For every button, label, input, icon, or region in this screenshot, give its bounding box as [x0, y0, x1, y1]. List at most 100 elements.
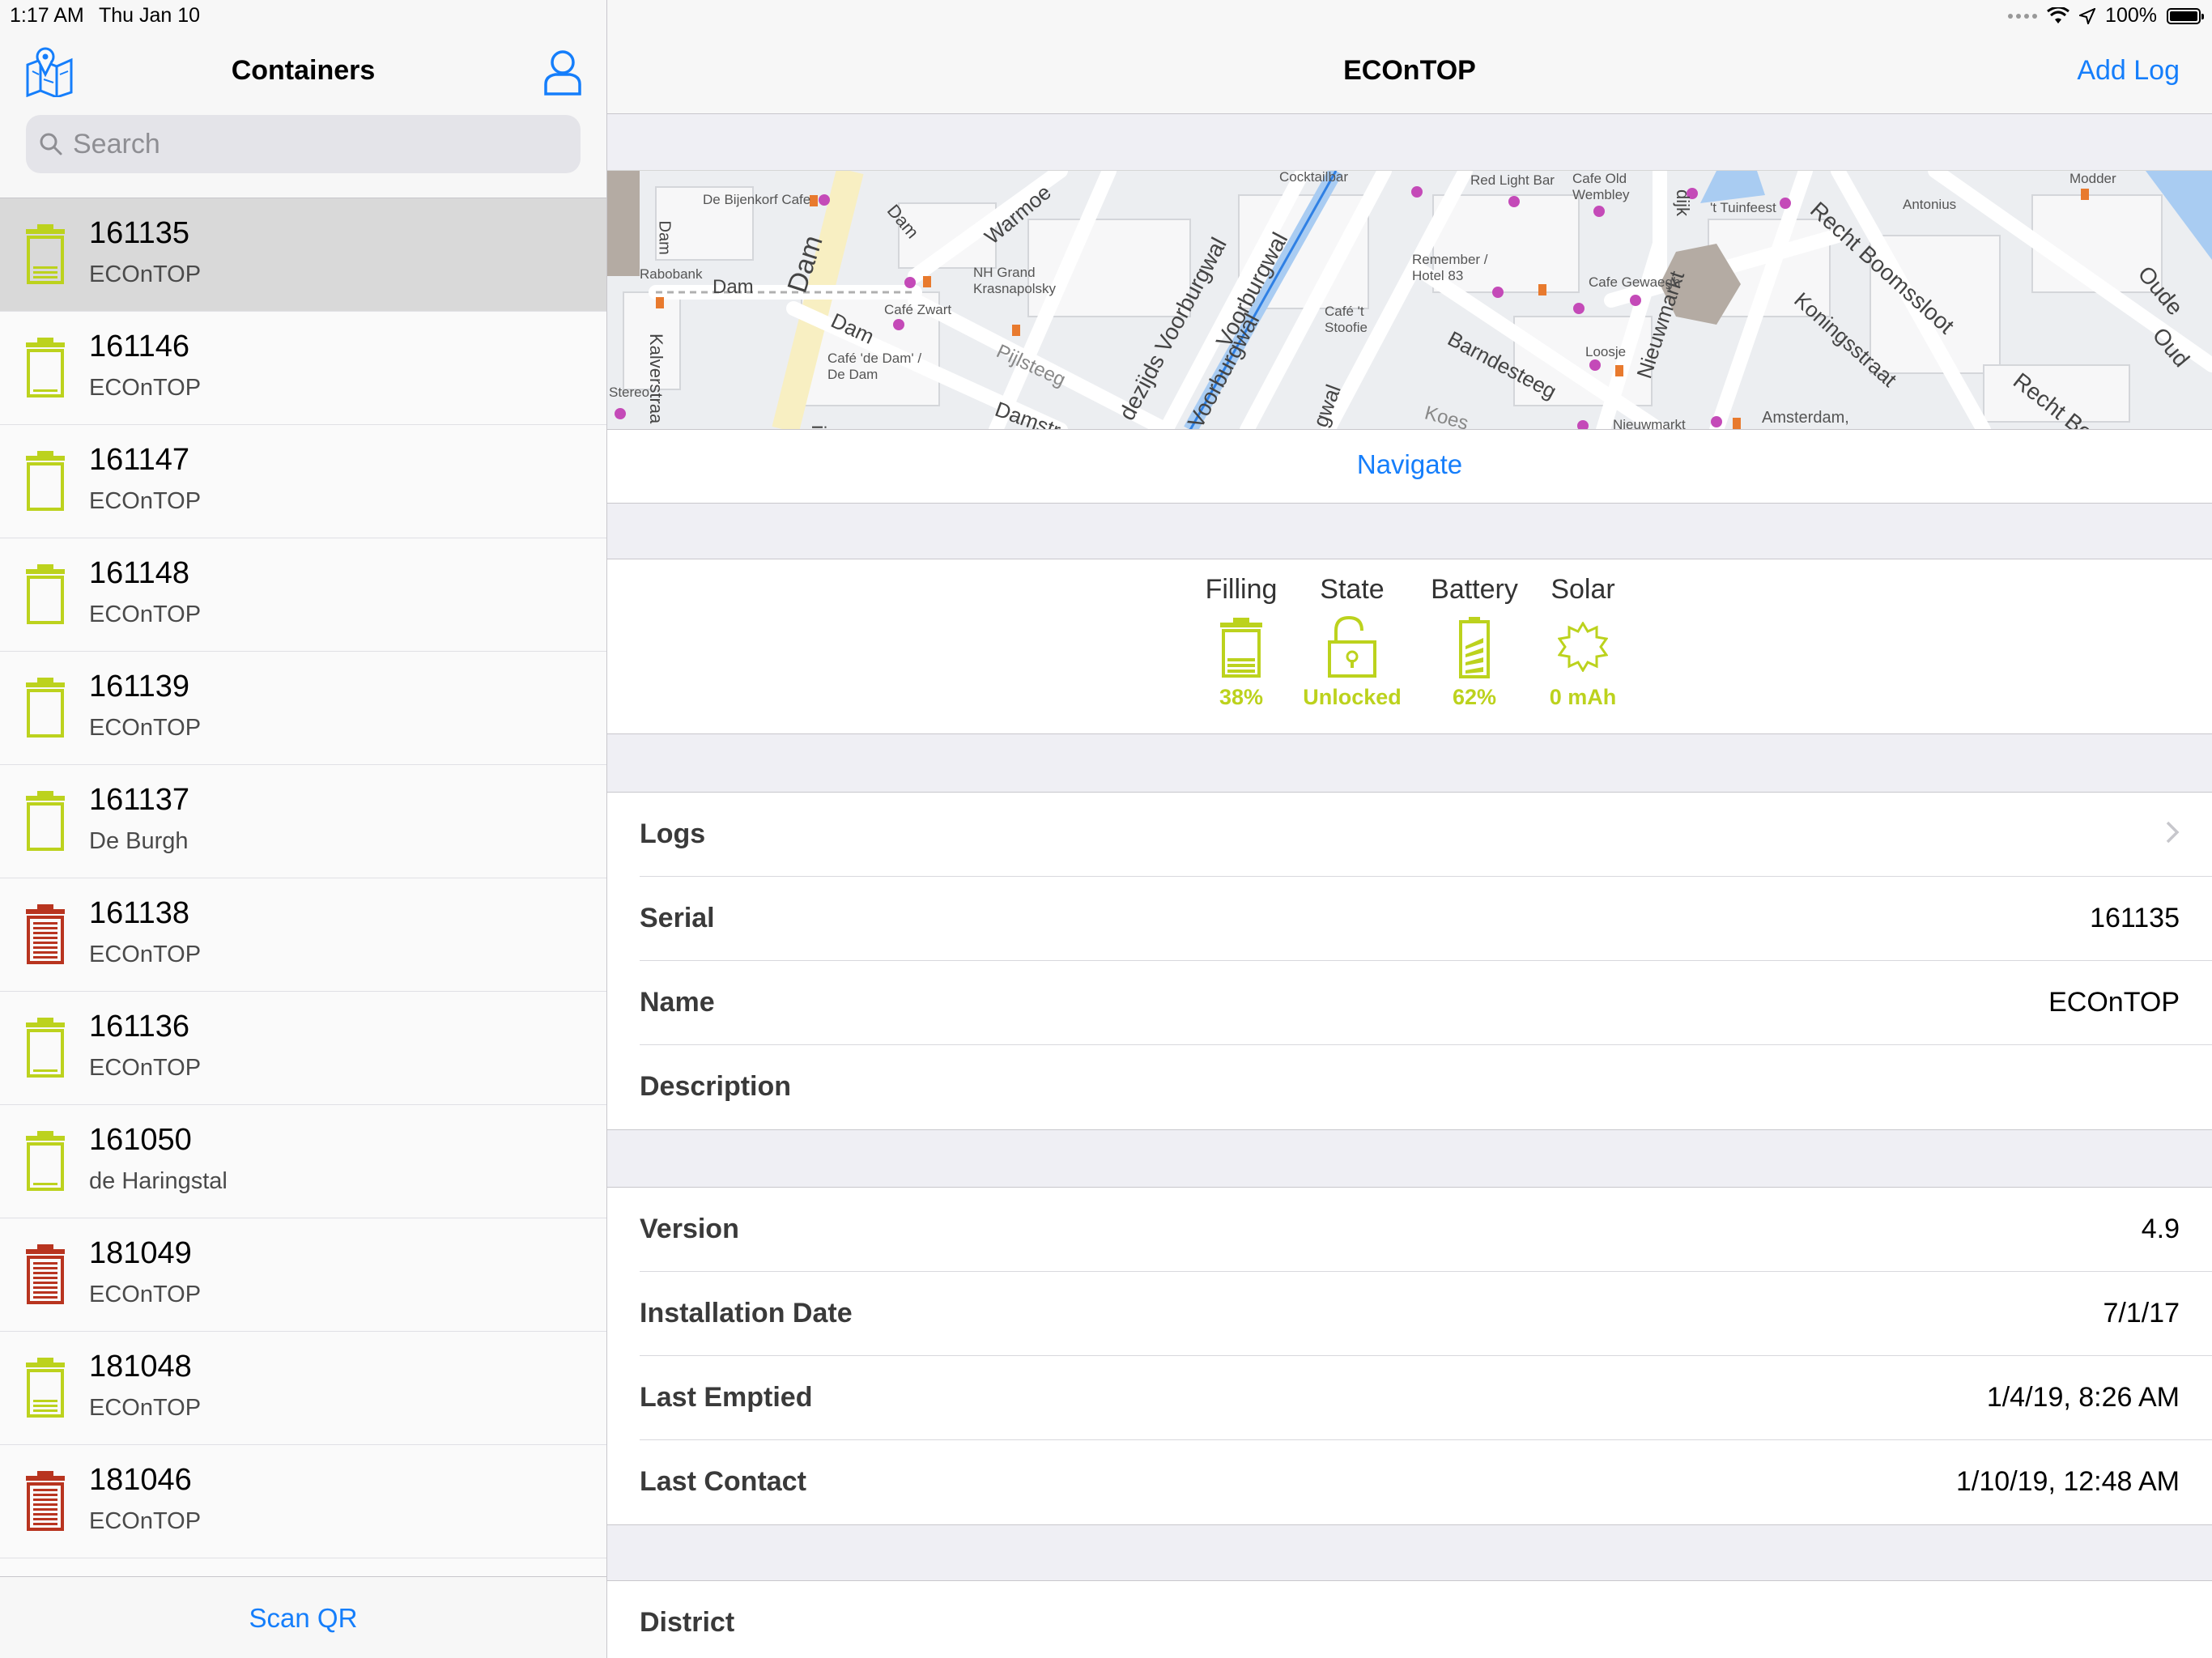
bin-icon [26, 904, 65, 964]
container-name: ECOnTOP [89, 1508, 202, 1534]
detail-row-version: Version 4.9 [640, 1188, 2212, 1272]
navigate-row: Navigate [607, 429, 2212, 504]
stat-state-label: State [1320, 574, 1385, 605]
add-log-button[interactable]: Add Log [2077, 55, 2180, 87]
list-item[interactable]: 161138 ECOnTOP [0, 878, 606, 992]
battery-icon [1459, 617, 1490, 678]
list-item[interactable]: 161139 ECOnTOP [0, 652, 606, 765]
status-bar: 1:17 AM Thu Jan 10 100% [0, 0, 2212, 32]
detail-row-description: Description [640, 1045, 2212, 1129]
map-label-bijenkorf: De Bijenkorf Cafe [703, 192, 811, 207]
container-id: 161147 [89, 443, 189, 477]
container-id: 161136 [89, 1010, 189, 1044]
map-label-rabobank: Rabobank [640, 266, 703, 282]
battery-percent: 100% [2105, 4, 2157, 27]
container-list: 161135 ECOnTOP 161146 ECOnTOP 161147 ECO… [0, 198, 606, 1558]
chevron-right-icon [2166, 821, 2180, 844]
container-name: De Burgh [89, 828, 189, 854]
master-title: Containers [231, 55, 376, 86]
container-name: de Haringstal [89, 1168, 228, 1194]
search-bar[interactable] [26, 115, 581, 173]
container-id: 181049 [89, 1236, 192, 1270]
map-label-cocktailbar: Cocktailbar [1279, 170, 1349, 185]
logs-row[interactable]: Logs [640, 793, 2212, 877]
map-label-cafededam: Café 'de Dam' / De Dam [827, 351, 922, 382]
list-item[interactable]: 161135 ECOnTOP [0, 198, 606, 312]
container-name: ECOnTOP [89, 715, 202, 741]
bin-icon [26, 1358, 65, 1418]
map-label-dijk: dijk [1673, 189, 1693, 217]
stat-filling-label: Filling [1205, 574, 1278, 605]
list-item[interactable]: 161137 De Burgh [0, 765, 606, 878]
cellular-icon [2008, 13, 2038, 19]
map-streets [607, 171, 2212, 430]
container-list-pane: Containers 161135 ECOnTOP 1 [0, 0, 607, 1658]
list-item[interactable]: 181046 ECOnTOP [0, 1445, 606, 1558]
container-id: 161139 [89, 670, 189, 704]
map-label-cafestoofie: Café 't Stoofie [1325, 304, 1368, 335]
map-label-stereo: Stereo [609, 385, 650, 400]
bin-icon [26, 1131, 65, 1191]
battery-status-icon [2167, 7, 2204, 24]
scan-qr-toolbar: Scan QR [0, 1576, 606, 1658]
location-arrow-icon [2079, 7, 2096, 24]
list-item[interactable]: 161050 de Haringstal [0, 1105, 606, 1218]
stat-solar-label: Solar [1551, 574, 1615, 605]
list-item[interactable]: 181049 ECOnTOP [0, 1218, 606, 1332]
bin-icon [26, 451, 65, 511]
map-label-tuinfeest: 't Tuinfeest [1710, 200, 1776, 215]
field-label: Name [640, 987, 715, 1018]
status-indicators: 100% [2008, 4, 2204, 28]
container-name: ECOnTOP [89, 1395, 202, 1421]
bin-icon [26, 1244, 65, 1304]
map-label-redlight: Red Light Bar [1470, 172, 1555, 188]
status-summary: Filling 38% State Unlocked Battery 62% S… [607, 559, 2212, 734]
list-item[interactable]: 161136 ECOnTOP [0, 992, 606, 1105]
scan-qr-button[interactable]: Scan QR [249, 1603, 358, 1634]
detail-row-name: Name ECOnTOP [640, 961, 2212, 1045]
details-group-2: Version 4.9 Installation Date 7/1/17 Last … [607, 1187, 2212, 1525]
bin-icon [26, 791, 65, 851]
user-profile-icon[interactable] [542, 49, 583, 96]
field-value: 4.9 [2141, 1214, 2180, 1244]
list-item[interactable]: 161148 ECOnTOP [0, 538, 606, 652]
status-time: 1:17 AM [10, 4, 84, 27]
container-name: ECOnTOP [89, 942, 202, 967]
container-id: 161146 [89, 329, 189, 363]
navigate-button[interactable]: Navigate [1357, 449, 1462, 480]
list-item[interactable]: 161146 ECOnTOP [0, 312, 606, 425]
location-map[interactable]: Dam De Bijenkorf Cafe Rabobank Dam Dam K… [607, 170, 2212, 430]
stat-filling: Filling 38% [1176, 559, 1306, 710]
container-id: 161137 [89, 783, 189, 817]
detail-row-last-emptied: Last Emptied 1/4/19, 8:26 AM [640, 1356, 2212, 1440]
field-value: 7/1/17 [2103, 1298, 2180, 1329]
map-label-modder: Modder [2069, 171, 2116, 186]
field-label: Serial [640, 903, 715, 933]
map-label-cafezwart: Café Zwart [884, 302, 952, 317]
detail-title: ECOnTOP [1343, 55, 1476, 86]
container-name: ECOnTOP [89, 488, 202, 514]
map-label-wembley: Cafe Old Wembley [1572, 171, 1630, 202]
stat-state-value: Unlocked [1303, 685, 1402, 709]
bin-icon [26, 564, 65, 624]
container-name: ECOnTOP [89, 261, 202, 287]
container-id: 161050 [89, 1123, 192, 1157]
container-id: 161138 [89, 896, 189, 930]
field-value: 1/4/19, 8:26 AM [1986, 1382, 2180, 1413]
district-row[interactable]: District [640, 1581, 2212, 1658]
list-item[interactable]: 161147 ECOnTOP [0, 425, 606, 538]
unlocked-padlock-icon [1328, 615, 1376, 678]
logs-label: Logs [640, 818, 706, 849]
field-value: 1/10/19, 12:48 AM [1956, 1466, 2180, 1497]
wifi-icon [2047, 6, 2069, 23]
field-value: ECOnTOP [2048, 987, 2180, 1018]
search-input[interactable] [71, 127, 560, 161]
container-name: ECOnTOP [89, 1282, 202, 1307]
map-label-remember: Remember / Hotel 83 [1412, 252, 1488, 283]
container-id: 181046 [89, 1463, 192, 1497]
list-item[interactable]: 181048 ECOnTOP [0, 1332, 606, 1445]
map-label-kalverstraat: Kalverstraa [646, 334, 666, 424]
map-label-dam-square: Dam [713, 276, 754, 298]
details-group-1: Logs Serial 161135 Name ECOnTOP Descriptio… [607, 792, 2212, 1130]
field-label: Description [640, 1071, 792, 1102]
